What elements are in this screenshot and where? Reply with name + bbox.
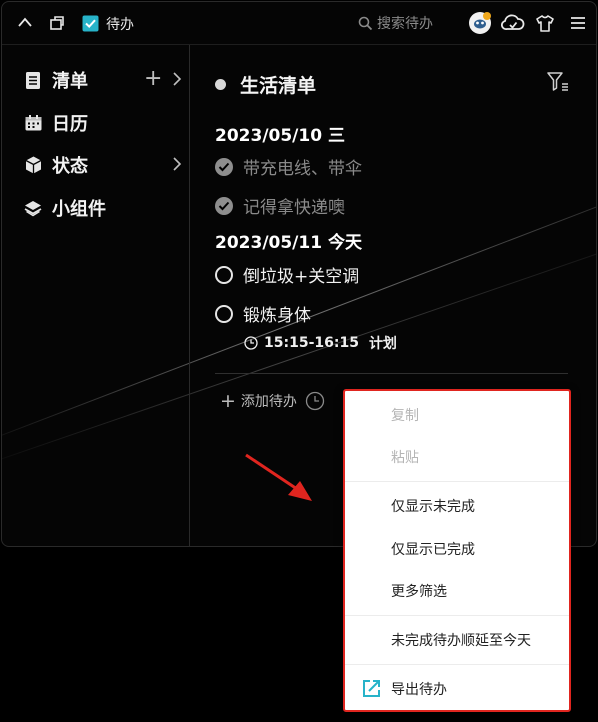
- annotation-arrow-icon: [244, 453, 316, 507]
- search-box[interactable]: 搜索待办: [358, 13, 433, 33]
- add-list-button[interactable]: +: [144, 66, 162, 92]
- layers-icon: [24, 199, 42, 217]
- sidebar-item-calendar[interactable]: 日历: [24, 110, 174, 136]
- list-doc-icon: [24, 71, 42, 89]
- menu-item-more-filters[interactable]: 更多筛选: [345, 571, 569, 611]
- add-task-label: 添加待办: [240, 394, 297, 410]
- chevron-right-icon[interactable]: [172, 71, 182, 91]
- reminder-clock-icon[interactable]: [305, 391, 325, 411]
- menu-separator: [345, 664, 569, 665]
- checked-checkbox-icon[interactable]: [215, 157, 233, 176]
- menu-separator: [345, 481, 569, 482]
- sidebar-item-label: 清单: [52, 71, 88, 92]
- sidebar-item-widgets[interactable]: 小组件: [24, 195, 174, 221]
- sidebar-item-label: 日历: [52, 114, 88, 135]
- task-item[interactable]: 带充电线、带伞: [215, 154, 362, 179]
- menu-item-paste[interactable]: 粘贴: [345, 437, 569, 477]
- task-text: 倒垃圾+关空调: [243, 267, 360, 287]
- sidebar: 清单 + 日历 状态 小组件: [2, 45, 190, 546]
- checked-checkbox-icon[interactable]: [215, 196, 233, 215]
- unchecked-checkbox-icon[interactable]: [215, 265, 233, 284]
- menu-item-show-incomplete[interactable]: 仅显示未完成: [345, 486, 569, 526]
- schedule-time: 15:15-16:15: [264, 335, 359, 351]
- sidebar-item-list[interactable]: 清单 +: [24, 66, 182, 93]
- title-bar: 待办 搜索待办: [2, 2, 596, 45]
- sidebar-item-label: 小组件: [52, 199, 106, 220]
- date-header: 2023/05/11 今天: [215, 233, 362, 253]
- app-title: 待办: [106, 17, 134, 33]
- task-text: 锻炼身体: [243, 306, 311, 326]
- context-menu: 复制 粘贴 仅显示未完成 仅显示已完成 更多筛选 未完成待办顺延至今天 导出待办: [343, 389, 571, 712]
- filter-icon[interactable]: [547, 72, 569, 96]
- date-header: 2023/05/10 三: [215, 126, 345, 146]
- calendar-icon: [24, 114, 42, 132]
- task-item[interactable]: 倒垃圾+关空调: [215, 262, 359, 287]
- cloud-sync-icon[interactable]: [501, 13, 525, 33]
- menu-separator: [345, 615, 569, 616]
- menu-item-export[interactable]: 导出待办: [345, 669, 569, 709]
- divider: [215, 373, 568, 374]
- search-placeholder: 搜索待办: [377, 16, 433, 32]
- list-color-dot: [215, 79, 226, 90]
- task-item[interactable]: 记得拿快递噢: [215, 193, 345, 218]
- collapse-up-icon[interactable]: [15, 13, 35, 33]
- menu-item-copy[interactable]: 复制: [345, 395, 569, 435]
- unchecked-checkbox-icon[interactable]: [215, 304, 233, 323]
- menu-hamburger-icon[interactable]: [568, 13, 588, 33]
- task-item[interactable]: 锻炼身体: [215, 301, 311, 326]
- todo-app-icon: [80, 13, 100, 33]
- search-icon: [358, 16, 373, 31]
- list-title: 生活清单: [215, 71, 316, 98]
- schedule-label: 计划: [368, 336, 397, 352]
- sidebar-item-label: 状态: [52, 156, 88, 177]
- pin-window-icon[interactable]: [47, 13, 67, 33]
- task-schedule: 15:15-16:15 计划: [244, 333, 397, 353]
- cube-icon: [24, 156, 42, 174]
- export-icon: [362, 679, 381, 702]
- task-text: 记得拿快递噢: [243, 198, 345, 218]
- clock-icon: [244, 336, 258, 350]
- menu-item-postpone-to-today[interactable]: 未完成待办顺延至今天: [345, 620, 569, 660]
- add-task-button[interactable]: + 添加待办: [220, 391, 325, 411]
- chevron-right-icon[interactable]: [172, 156, 182, 176]
- task-text: 带充电线、带伞: [243, 159, 362, 179]
- list-title-text: 生活清单: [240, 75, 317, 97]
- avatar[interactable]: [468, 11, 492, 35]
- sidebar-item-status[interactable]: 状态: [24, 152, 182, 178]
- skin-shirt-icon[interactable]: [535, 13, 555, 33]
- plus-icon: +: [220, 390, 236, 412]
- menu-item-show-completed[interactable]: 仅显示已完成: [345, 529, 569, 569]
